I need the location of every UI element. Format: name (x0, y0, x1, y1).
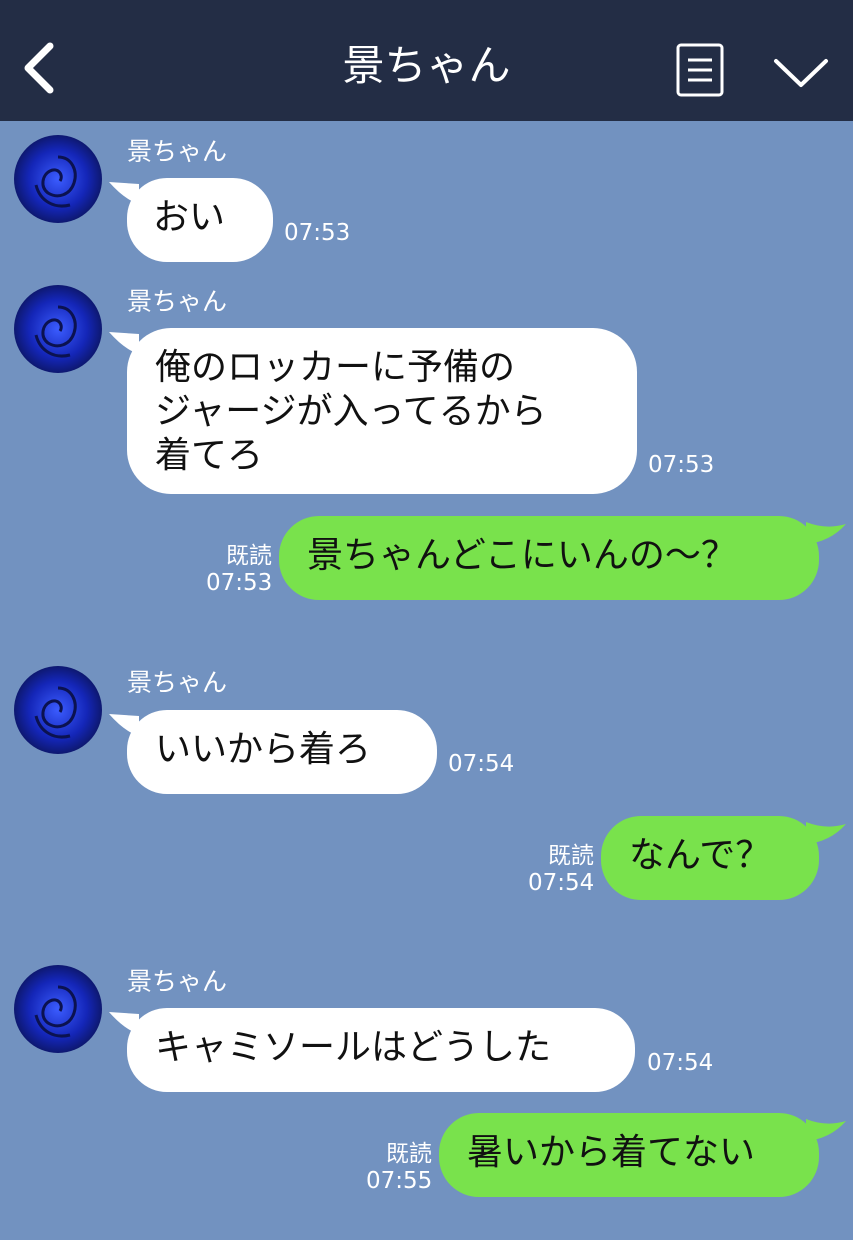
read-label: 既読 (386, 1141, 432, 1167)
chat-title: 景ちゃん (342, 41, 511, 90)
rose-avatar-icon (14, 285, 102, 373)
message-time: 07:53 (206, 570, 273, 596)
message-bubble[interactable]: いいから着ろ (127, 710, 437, 794)
bubble-tail (806, 822, 846, 844)
message-text: 暑いから着てない (467, 1132, 756, 1173)
chevron-down-icon[interactable] (772, 55, 830, 91)
message-time: 07:53 (648, 452, 715, 478)
rose-avatar-icon (14, 965, 102, 1053)
message-text: なんで？ (629, 835, 772, 876)
read-receipt: 既読 07:53 (206, 543, 272, 597)
bubble-tail (806, 1119, 846, 1141)
read-label: 既読 (548, 843, 594, 869)
sender-name: 景ちゃん (127, 967, 228, 996)
message-time: 07:54 (647, 1050, 714, 1076)
message-time: 07:53 (284, 220, 351, 246)
avatar[interactable] (14, 666, 102, 754)
message-text-line: 着てろ (155, 435, 264, 476)
message-text: おい (153, 197, 226, 238)
message-text-line: 俺のロッカーに予備の (155, 347, 516, 388)
sender-name: 景ちゃん (127, 668, 228, 697)
read-receipt: 既読 07:54 (528, 843, 594, 897)
read-label: 既読 (226, 543, 272, 569)
message-text: キャミソールはどうした (155, 1027, 552, 1068)
message-time: 07:54 (448, 751, 515, 777)
message-time: 07:55 (366, 1168, 433, 1194)
message-text: 景ちゃんどこにいんの〜？ (307, 535, 737, 576)
avatar[interactable] (14, 285, 102, 373)
bubble-tail (806, 522, 846, 544)
message-bubble[interactable]: 俺のロッカーに予備の ジャージが入ってるから 着てろ (127, 328, 637, 494)
message-bubble[interactable]: なんで？ (601, 816, 819, 900)
avatar[interactable] (14, 135, 102, 223)
chat-header: 景ちゃん (0, 0, 853, 121)
avatar[interactable] (14, 965, 102, 1053)
menu-icon[interactable] (676, 43, 724, 97)
message-bubble[interactable]: キャミソールはどうした (127, 1008, 635, 1092)
message-bubble[interactable]: 景ちゃんどこにいんの〜？ (279, 516, 819, 600)
rose-avatar-icon (14, 666, 102, 754)
message-text: いいから着ろ (155, 729, 372, 770)
sender-name: 景ちゃん (127, 137, 228, 166)
rose-avatar-icon (14, 135, 102, 223)
sender-name: 景ちゃん (127, 287, 228, 316)
message-time: 07:54 (528, 870, 595, 896)
message-text-line: ジャージが入ってるから (155, 391, 547, 432)
message-bubble[interactable]: おい (127, 178, 273, 262)
read-receipt: 既読 07:55 (366, 1141, 432, 1195)
message-bubble[interactable]: 暑いから着てない (439, 1113, 819, 1197)
